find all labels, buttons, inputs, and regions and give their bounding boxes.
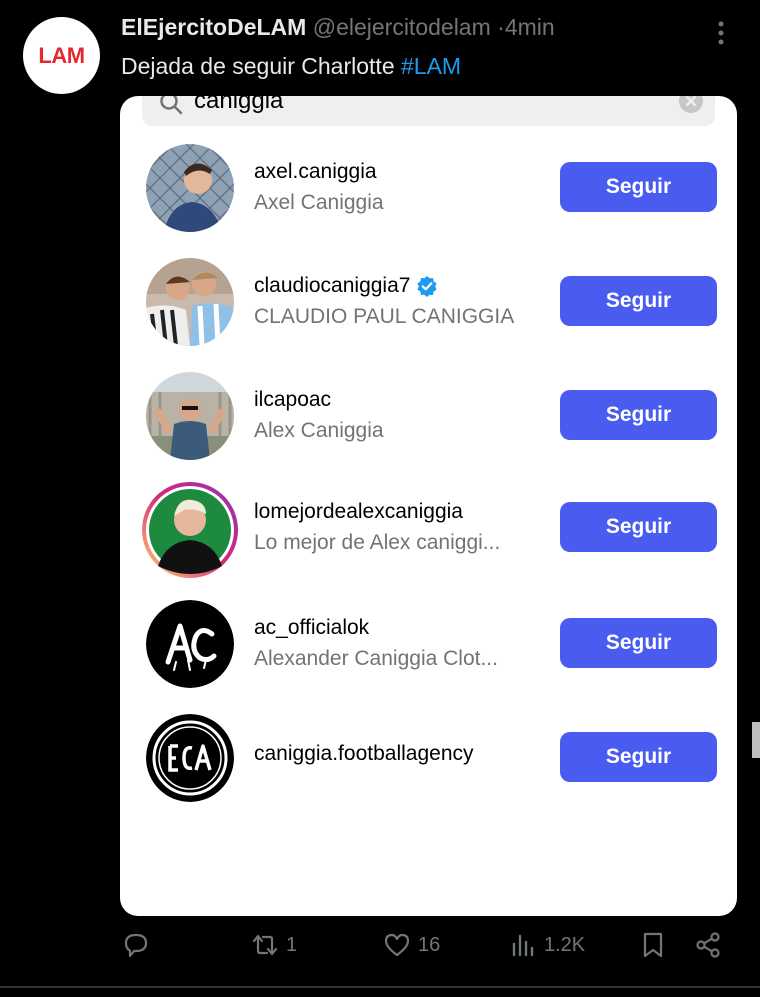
result-fullname: Axel Caniggia (254, 191, 384, 214)
profile-photo-story-ring (142, 482, 238, 578)
profile-photo (146, 258, 234, 346)
retweet-icon (252, 934, 278, 956)
avatar-logo-text: LAM (38, 42, 85, 68)
reply-action[interactable] (121, 930, 157, 960)
author-avatar[interactable]: LAM (23, 17, 100, 94)
tweet-action-bar: 1 16 1.2K (0, 930, 760, 976)
share-icon (696, 932, 720, 958)
result-fullname: CLAUDIO PAUL CANIGGIA (254, 305, 515, 328)
result-info: ac_officialok Alexander Caniggia Clot... (254, 616, 498, 671)
result-row: lomejordealexcaniggia Lo mejor de Alex c… (120, 482, 737, 584)
retweet-count: 1 (286, 933, 298, 956)
hashtag-link[interactable]: #LAM (401, 53, 461, 79)
tweet-header: ElEjercitoDeLAM @elejercitodelam ·4min (121, 14, 555, 41)
follow-button[interactable]: Seguir (560, 502, 717, 552)
follow-button[interactable]: Seguir (560, 618, 717, 668)
result-info: lomejordealexcaniggia Lo mejor de Alex c… (254, 500, 500, 555)
bookmark-action[interactable] (638, 930, 668, 960)
bookmark-icon (643, 932, 663, 958)
result-row: caniggia.footballagency Seguir (120, 714, 737, 814)
scrollbar-thumb[interactable] (752, 722, 760, 758)
result-row: ilcapoac Alex Caniggia Seguir (120, 372, 737, 472)
more-icon[interactable] (706, 20, 736, 46)
search-query: caniggia (194, 96, 284, 114)
like-icon (384, 933, 410, 957)
result-info: claudiocaniggia7 CLAUDIO PAUL CANIGGIA (254, 274, 514, 329)
tweet-text: Dejada de seguir Charlotte #LAM (121, 53, 461, 80)
handle[interactable]: @elejercitodelam (313, 14, 491, 40)
profile-photo (146, 714, 234, 802)
timestamp[interactable]: 4min (505, 14, 555, 40)
views-count: 1.2K (544, 933, 586, 956)
views-action[interactable]: 1.2K (508, 930, 585, 960)
result-row: ac_officialok Alexander Caniggia Clot...… (120, 600, 737, 700)
follow-button[interactable]: Seguir (560, 162, 717, 212)
display-name[interactable]: ElEjercitoDeLAM (121, 14, 306, 40)
result-username[interactable]: claudiocaniggia7 (254, 274, 514, 298)
like-action[interactable]: 16 (382, 930, 440, 960)
profile-photo (146, 600, 234, 688)
search-bar: caniggia (142, 96, 715, 126)
result-username[interactable]: caniggia.footballagency (254, 742, 474, 766)
follow-button[interactable]: Seguir (560, 732, 717, 782)
profile-photo (146, 372, 234, 460)
result-username[interactable]: ilcapoac (254, 388, 384, 412)
result-info: caniggia.footballagency (254, 742, 474, 766)
result-info: ilcapoac Alex Caniggia (254, 388, 384, 443)
tweet-media[interactable]: caniggia axel.caniggia Axel Caniggia Seg… (120, 96, 737, 916)
retweet-action[interactable]: 1 (250, 930, 297, 960)
result-fullname: Alexander Caniggia Clot... (254, 647, 498, 670)
result-info: axel.caniggia Axel Caniggia (254, 160, 384, 215)
reply-icon (124, 933, 148, 958)
separator: · (497, 14, 505, 40)
tweet-body: Dejada de seguir Charlotte (121, 53, 395, 79)
clear-icon (679, 96, 703, 113)
divider (0, 986, 760, 988)
result-fullname: Alex Caniggia (254, 419, 384, 442)
result-username[interactable]: axel.caniggia (254, 160, 384, 184)
views-icon (512, 934, 534, 957)
follow-button[interactable]: Seguir (560, 390, 717, 440)
search-icon (160, 96, 183, 115)
result-fullname: Lo mejor de Alex caniggi... (254, 531, 501, 554)
like-count: 16 (418, 933, 441, 956)
result-row: claudiocaniggia7 CLAUDIO PAUL CANIGGIA S… (120, 258, 737, 358)
result-row: axel.caniggia Axel Caniggia Seguir (120, 144, 737, 244)
result-username[interactable]: ac_officialok (254, 616, 498, 640)
result-username[interactable]: lomejordealexcaniggia (254, 500, 500, 524)
profile-photo (146, 144, 234, 232)
verified-icon (417, 276, 438, 297)
follow-button[interactable]: Seguir (560, 276, 717, 326)
share-action[interactable] (693, 930, 723, 960)
